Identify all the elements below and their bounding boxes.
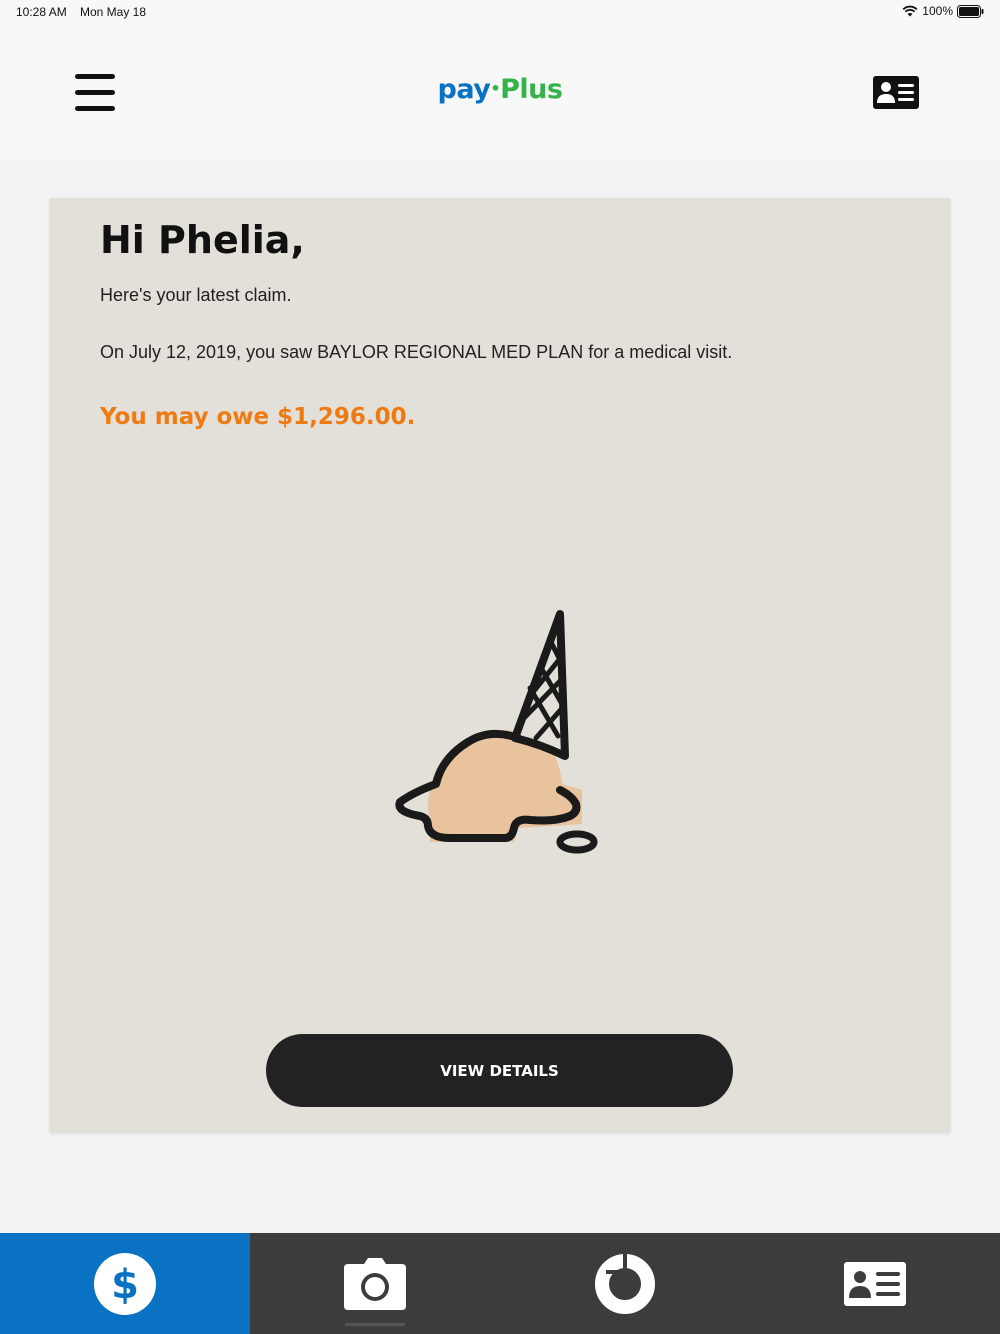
status-time: 10:28 AM <box>16 5 67 19</box>
tab-progress[interactable] <box>500 1233 750 1334</box>
amount-owed: You may owe $1,296.00. <box>100 404 416 430</box>
tab-camera[interactable] <box>250 1233 500 1334</box>
dropped-ice-cream-illustration <box>395 610 598 854</box>
dollar-icon: $ <box>94 1252 156 1315</box>
status-date: Mon May 18 <box>80 5 147 19</box>
tab-payments[interactable]: $ <box>0 1233 250 1334</box>
battery-icon <box>957 4 984 18</box>
claim-subtitle: Here's your latest claim. <box>100 285 292 305</box>
logo-plus: Plus <box>500 74 563 105</box>
view-details-button[interactable]: VIEW DETAILS <box>266 1034 733 1107</box>
camera-icon <box>344 1257 406 1310</box>
claim-card: Hi Phelia, Here's your latest claim. On … <box>50 198 950 1132</box>
id-card-icon <box>844 1261 906 1306</box>
app-header: pay•Plus <box>0 26 1000 160</box>
status-indicators: 100% <box>902 4 984 18</box>
progress-ring-icon <box>595 1252 655 1314</box>
battery-percent: 100% <box>922 4 953 18</box>
greeting-heading: Hi Phelia, <box>100 218 305 262</box>
claim-description: On July 12, 2019, you saw BAYLOR REGIONA… <box>100 342 733 362</box>
svg-text:$: $ <box>111 1262 139 1308</box>
logo-pay: pay <box>437 74 491 105</box>
bottom-tab-bar: $ <box>0 1233 1000 1334</box>
wifi-icon <box>902 5 918 17</box>
payplus-logo: pay•Plus <box>437 74 563 105</box>
status-bar: 10:28 AM Mon May 18 100% <box>0 0 1000 26</box>
id-card-icon[interactable] <box>873 76 919 109</box>
tab-id-card[interactable] <box>750 1233 1000 1334</box>
